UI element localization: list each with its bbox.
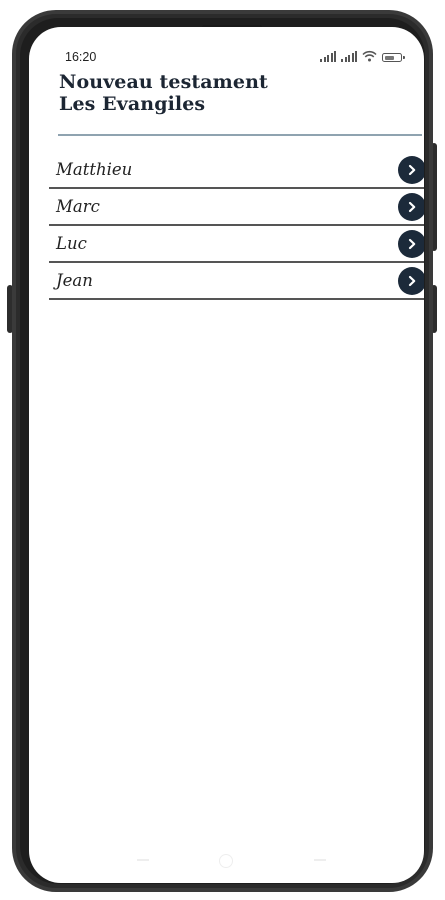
page-title: Nouveau testament — [59, 71, 268, 93]
book-item-luc[interactable]: Luc — [49, 226, 424, 263]
signal-icon — [320, 51, 336, 62]
wifi-icon — [362, 50, 377, 62]
chevron-right-icon[interactable] — [398, 193, 424, 221]
signal-icon — [341, 51, 357, 62]
nav-recents-icon[interactable] — [314, 859, 326, 861]
status-time: 16:20 — [65, 50, 97, 64]
book-item-matthieu[interactable]: Matthieu — [49, 152, 424, 189]
status-bar: 16:20 — [29, 27, 424, 64]
nav-back-icon[interactable] — [137, 859, 149, 861]
battery-icon — [382, 53, 405, 62]
book-item-marc[interactable]: Marc — [49, 189, 424, 226]
phone-frame: 16:20 Nouveau testament Les Evangiles Ma… — [12, 10, 433, 892]
chevron-right-icon[interactable] — [398, 156, 424, 184]
book-label: Jean — [56, 271, 93, 290]
chevron-right-icon[interactable] — [398, 267, 424, 295]
book-label: Luc — [56, 234, 87, 253]
system-nav-bar — [29, 853, 424, 873]
chevron-right-icon[interactable] — [398, 230, 424, 258]
status-icons — [320, 50, 405, 62]
stage: 16:20 Nouveau testament Les Evangiles Ma… — [0, 0, 445, 900]
book-list: Matthieu Marc Luc Jean — [49, 152, 424, 300]
book-label: Marc — [56, 197, 100, 216]
page-header: Nouveau testament Les Evangiles — [59, 71, 268, 115]
page-subtitle: Les Evangiles — [59, 93, 206, 115]
nav-home-icon[interactable] — [219, 854, 233, 868]
header-divider — [58, 134, 422, 136]
book-label: Matthieu — [56, 160, 133, 179]
screen: 16:20 Nouveau testament Les Evangiles Ma… — [29, 27, 424, 883]
book-item-jean[interactable]: Jean — [49, 263, 424, 300]
